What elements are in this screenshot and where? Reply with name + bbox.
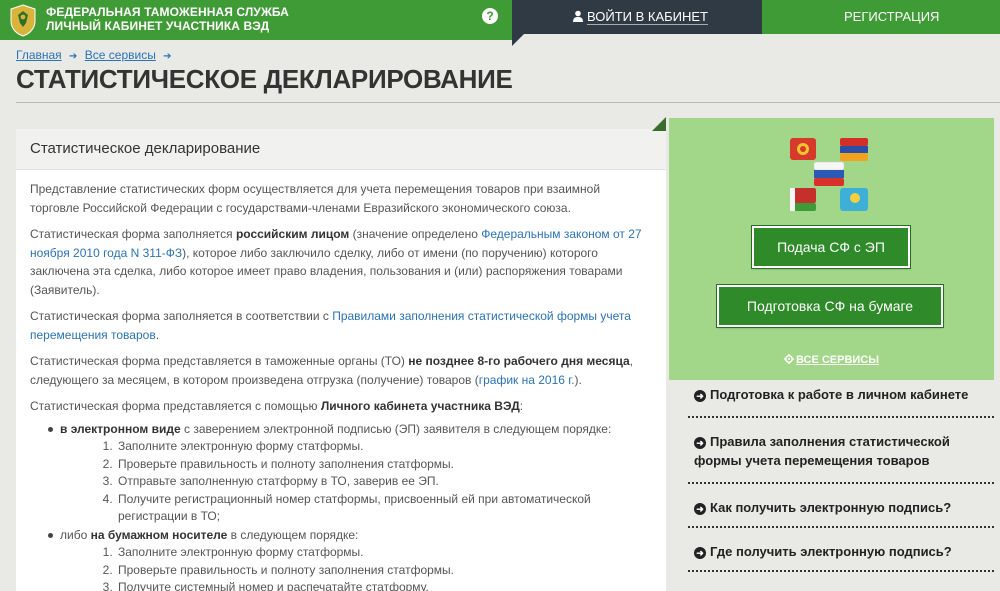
breadcrumb: Главная ➔ Все сервисы ➔	[16, 48, 176, 62]
content-heading: Статистическое декларирование	[16, 129, 666, 170]
user-icon	[573, 10, 583, 22]
help-link-filling-rules[interactable]: ➜ Правила заполнения статистической формы…	[688, 418, 994, 484]
text: :	[519, 399, 524, 413]
content-body: Представление статистических форм осущес…	[16, 170, 666, 591]
emphasis: Личного кабинета участника ВЭД	[320, 399, 520, 413]
link-label: Где получить электронную подпись?	[710, 544, 952, 559]
submission-paragraph: Статистическая форма представляется с по…	[30, 397, 652, 416]
help-link-cabinet-setup[interactable]: ➜ Подготовка к работе в личном кабинете	[688, 382, 994, 418]
text: .	[155, 327, 160, 342]
list-item: Проверьте правильность и полноту заполне…	[116, 456, 652, 474]
breadcrumb-services[interactable]: Все сервисы	[85, 48, 156, 62]
emphasis: не позднее 8-го рабочего дня месяца	[408, 354, 630, 368]
all-services-link[interactable]: ВСЕ СЕРВИСЫ	[669, 354, 994, 366]
list-item: Отправьте заполненную статформу в ТО, за…	[116, 473, 652, 491]
arrow-right-circle-icon: ➜	[694, 437, 706, 449]
list-item: Получите системный номер и распечатайте …	[116, 579, 652, 591]
breadcrumb-arrow-icon: ➔	[163, 51, 172, 62]
arrow-right-circle-icon: ➜	[694, 390, 706, 402]
eaeu-flags-icon	[790, 138, 868, 211]
text: с заверением электронной подписью (ЭП) з…	[180, 421, 612, 436]
all-services-label: ВСЕ СЕРВИСЫ	[795, 354, 880, 366]
link-label: Правила заполнения статистической формы …	[694, 434, 950, 468]
link-label: Как получить электронную подпись?	[710, 500, 952, 515]
org-name: ФЕДЕРАЛЬНАЯ ТАМОЖЕННАЯ СЛУЖБА	[46, 5, 289, 19]
arrow-right-circle-icon: ➜	[694, 547, 706, 559]
intro-paragraph: Представление статистических форм осущес…	[30, 182, 601, 215]
cabinet-name: ЛИЧНЫЙ КАБИНЕТ УЧАСТНИКА ВЭД	[46, 19, 270, 33]
arrow-right-circle-icon: ➜	[694, 503, 706, 515]
brand-area[interactable]: ФЕДЕРАЛЬНАЯ ТАМОЖЕННАЯ СЛУЖБА ЛИЧНЫЙ КАБ…	[0, 0, 512, 40]
top-bar: ФЕДЕРАЛЬНАЯ ТАМОЖЕННАЯ СЛУЖБА ЛИЧНЫЙ КАБ…	[0, 0, 1000, 46]
emphasis: на бумажном носителе	[90, 527, 228, 542]
help-link-get-signature[interactable]: ➜ Как получить электронную подпись?	[688, 484, 994, 528]
emphasis: в электронном виде	[60, 421, 181, 436]
gear-icon	[783, 354, 794, 364]
text: в следующем порядке:	[227, 527, 359, 542]
login-label: ВОЙТИ В КАБИНЕТ	[587, 9, 708, 24]
text: Статистическая форма заполняется	[30, 227, 236, 241]
link-label: Подготовка к работе в личном кабинете	[710, 387, 969, 402]
page-title: СТАТИСТИЧЕСКОЕ ДЕКЛАРИРОВАНИЕ	[16, 64, 513, 94]
submission-methods: в электронном виде с заверением электрон…	[30, 420, 652, 591]
register-area: РЕГИСТРАЦИЯ	[762, 0, 1000, 34]
list-item: Заполните электронную форму статформы.	[116, 544, 652, 562]
list-item: Заполните электронную форму статформы.	[116, 438, 652, 456]
list-item: Получите регистрационный номер статформы…	[116, 491, 652, 526]
paper-steps: Заполните электронную форму статформы. П…	[60, 544, 652, 591]
list-item: Проверьте правильность и полноту заполне…	[116, 562, 652, 580]
text: Статистическая форма представляется в та…	[30, 354, 409, 368]
eagle-emblem-icon	[10, 4, 36, 37]
content-card: Статистическое декларирование Представле…	[16, 129, 666, 591]
prepare-paper-button[interactable]: Подготовка СФ на бумаге	[716, 284, 944, 328]
emphasis: российским лицом	[235, 227, 350, 241]
declarant-paragraph: Статистическая форма заполняется российс…	[30, 225, 652, 299]
text: либо	[60, 527, 91, 542]
help-link-where-signature[interactable]: ➜ Где получить электронную подпись?	[688, 528, 994, 572]
login-area: ВОЙТИ В КАБИНЕТ	[512, 0, 762, 46]
list-item: в электронном виде с заверением электрон…	[46, 420, 652, 526]
schedule-link[interactable]: график на 2016 г.	[479, 373, 575, 387]
text: Статистическая форма заполняется в соотв…	[30, 309, 333, 323]
list-item: либо на бумажном носителе в следующем по…	[46, 526, 652, 591]
breadcrumb-arrow-icon: ➔	[69, 51, 78, 62]
nav-corner-triangle	[512, 34, 524, 46]
help-icon[interactable]: ?	[482, 8, 498, 24]
help-links: ➜ Подготовка к работе в личном кабинете ➜…	[688, 382, 994, 572]
electronic-steps: Заполните электронную форму статформы. П…	[60, 438, 652, 526]
breadcrumb-home[interactable]: Главная	[16, 48, 62, 62]
title-divider	[16, 102, 1000, 103]
services-panel: Подача СФ с ЭП Подготовка СФ на бумаге В…	[669, 118, 994, 380]
deadline-paragraph: Статистическая форма представляется в та…	[30, 352, 652, 389]
text: (значение определено	[349, 227, 482, 241]
text: Статистическая форма представляется с по…	[30, 399, 321, 413]
submit-electronic-button[interactable]: Подача СФ с ЭП	[751, 225, 911, 269]
rules-paragraph: Статистическая форма заполняется в соотв…	[30, 307, 652, 344]
panel-fold-corner	[652, 117, 666, 131]
login-link[interactable]: ВОЙТИ В КАБИНЕТ	[572, 9, 708, 24]
register-link[interactable]: РЕГИСТРАЦИЯ	[844, 9, 939, 24]
text: ).	[574, 372, 582, 387]
